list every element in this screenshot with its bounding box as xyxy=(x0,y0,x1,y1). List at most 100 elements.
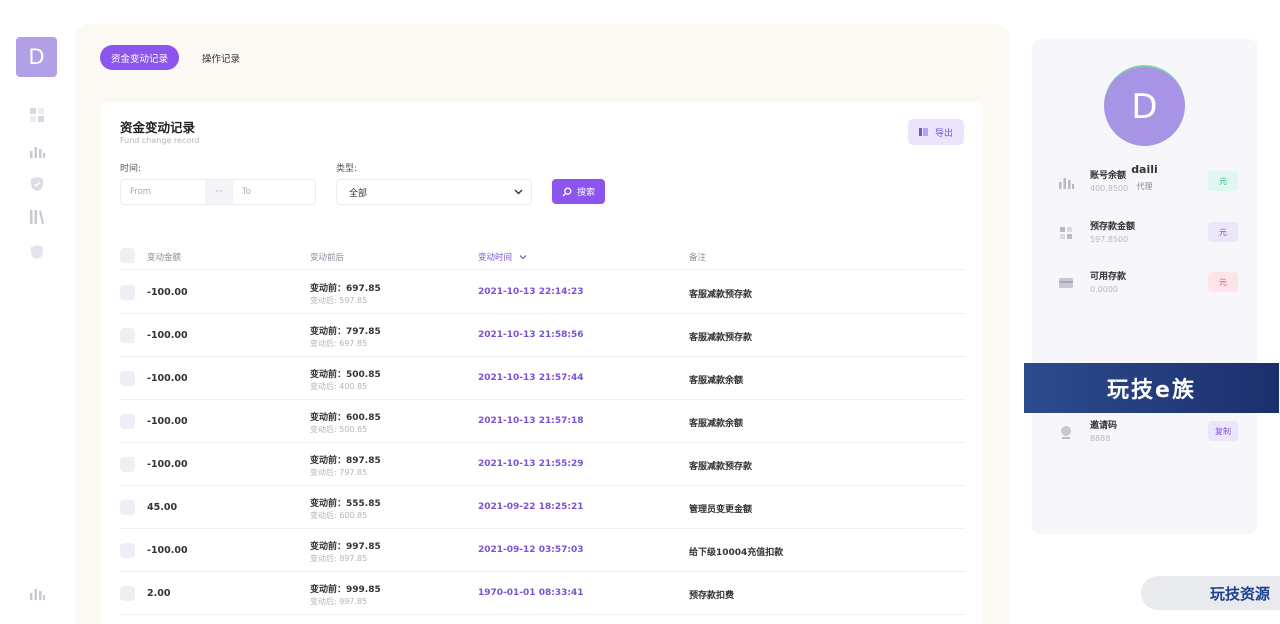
table-row: -100.00 变动前：897.85 变动后: 797.85 2021-10-13 2… xyxy=(120,443,965,486)
after-cell: 变动后: 997.85 xyxy=(310,597,368,606)
amount-cell: -100.00 xyxy=(147,373,188,384)
row-checkbox[interactable] xyxy=(120,457,135,472)
search-label: 搜索 xyxy=(576,188,595,198)
time-label: 时间: xyxy=(120,164,142,174)
library-icon[interactable] xyxy=(28,209,46,225)
note-cell: 管理员变更金额 xyxy=(689,505,753,515)
time-cell: 2021-09-22 18:25:21 xyxy=(478,502,584,512)
header-before-after: 变动前后 xyxy=(310,253,345,263)
profile-panel: D daili 代理 账号余额 400.8500 元预存款金额 597.8500 元可用… xyxy=(1032,39,1257,534)
time-cell: 1970-01-01 08:33:41 xyxy=(478,588,584,598)
main-panel: 资金变动记录 操作记录 资金变动记录 Fund change record 导出… xyxy=(75,24,1009,624)
date-from-input[interactable]: From xyxy=(121,180,205,204)
after-cell: 变动后: 797.85 xyxy=(310,468,368,477)
table-row: -100.00 变动前：600.85 变动后: 500.85 2021-10-13 2… xyxy=(120,400,965,443)
note-cell: 客服减款余额 xyxy=(689,419,744,429)
amount-cell: -100.00 xyxy=(147,459,188,470)
fund-records-card: 资金变动记录 Fund change record 导出 时间: From ··… xyxy=(101,102,983,624)
row-checkbox[interactable] xyxy=(120,500,135,515)
select-all-checkbox[interactable] xyxy=(120,248,135,263)
after-cell: 变动后: 500.85 xyxy=(310,425,368,434)
stat-title: 预存款金额 xyxy=(1090,222,1136,232)
before-cell: 变动前：500.85 xyxy=(310,370,381,380)
tab-bar: 资金变动记录 操作记录 xyxy=(100,45,251,70)
stat-badge: 元 xyxy=(1208,272,1238,292)
before-cell: 变动前：600.85 xyxy=(310,413,381,423)
time-cell: 2021-10-13 21:58:56 xyxy=(478,330,584,340)
export-button[interactable]: 导出 xyxy=(908,119,964,145)
amount-cell: -100.00 xyxy=(147,545,188,556)
credit-card-icon xyxy=(1059,278,1073,288)
type-select[interactable]: 全部 xyxy=(336,179,532,205)
before-cell: 变动前：797.85 xyxy=(310,327,381,337)
row-checkbox[interactable] xyxy=(120,371,135,386)
stat-value: 0.0000 xyxy=(1090,285,1118,294)
time-cell: 2021-10-13 22:14:23 xyxy=(478,287,584,297)
dashboard-icon[interactable] xyxy=(28,107,46,123)
after-cell: 变动后: 600.85 xyxy=(310,511,368,520)
stat-badge: 元 xyxy=(1208,222,1238,242)
profile-stat-item: 预存款金额 597.8500 元 xyxy=(1058,218,1238,248)
profile-stat-item: 账号余额 400.8500 元 xyxy=(1058,167,1238,197)
before-cell: 变动前：897.85 xyxy=(310,456,381,466)
table-row: -100.00 变动前：797.85 变动后: 697.85 2021-10-13 2… xyxy=(120,314,965,357)
after-cell: 变动后: 597.85 xyxy=(310,296,368,305)
row-checkbox[interactable] xyxy=(120,543,135,558)
date-range-picker[interactable]: From ··· To xyxy=(120,179,316,205)
export-icon xyxy=(918,128,928,136)
tab-operation-records[interactable]: 操作记录 xyxy=(191,45,251,70)
time-cell: 2021-10-13 21:57:44 xyxy=(478,373,584,383)
type-select-value: 全部 xyxy=(349,188,368,199)
row-checkbox[interactable] xyxy=(120,328,135,343)
table-row: 45.00 变动前：555.85 变动后: 600.85 2021-09-22 18:… xyxy=(120,486,965,529)
stats-icon[interactable] xyxy=(28,585,46,601)
header-time[interactable]: 变动时间 xyxy=(478,251,527,263)
grid-icon xyxy=(1060,227,1072,239)
note-cell: 给下级10004充值扣款 xyxy=(689,548,784,558)
date-to-input[interactable]: To xyxy=(233,180,315,204)
stat-value: 597.8500 xyxy=(1090,235,1129,244)
stat-title: 邀请码 xyxy=(1090,421,1118,431)
amount-cell: -100.00 xyxy=(147,416,188,427)
stat-value: 8888 xyxy=(1090,434,1111,443)
app-logo[interactable]: D xyxy=(16,37,57,77)
time-cell: 2021-10-13 21:57:18 xyxy=(478,416,584,426)
sort-down-icon xyxy=(519,255,527,260)
note-cell: 客服减款预存款 xyxy=(689,290,753,300)
row-checkbox[interactable] xyxy=(120,285,135,300)
table-row: -100.00 变动前：697.85 变动后: 597.85 2021-10-13 2… xyxy=(120,271,965,314)
amount-cell: -100.00 xyxy=(147,330,188,341)
note-cell: 客服减款预存款 xyxy=(689,462,753,472)
avatar: D xyxy=(1104,65,1185,146)
table-row: -100.00 变动前：500.85 变动后: 400.85 2021-10-13 2… xyxy=(120,357,965,400)
note-cell: 预存款扣费 xyxy=(689,591,735,601)
stat-badge[interactable]: 复制 xyxy=(1208,421,1238,441)
stat-value: 400.8500 xyxy=(1090,184,1129,193)
shield-icon[interactable] xyxy=(28,244,46,260)
table-row: -100.00 变动前：997.85 变动后: 897.85 2021-09-12 0… xyxy=(120,529,965,572)
before-cell: 变动前：697.85 xyxy=(310,284,381,294)
row-checkbox[interactable] xyxy=(120,586,135,601)
table-header: 变动金额 变动前后 变动时间 备注 xyxy=(120,243,965,270)
search-icon xyxy=(562,187,572,196)
time-cell: 2021-09-12 03:57:03 xyxy=(478,545,584,555)
date-range-separator: ··· xyxy=(205,180,233,204)
globe-icon xyxy=(1061,426,1071,439)
amount-cell: 2.00 xyxy=(147,588,171,599)
amount-cell: -100.00 xyxy=(147,287,188,298)
before-cell: 变动前：997.85 xyxy=(310,542,381,552)
after-cell: 变动后: 897.85 xyxy=(310,554,368,563)
export-label: 导出 xyxy=(934,128,953,139)
shield-check-icon[interactable] xyxy=(28,176,46,192)
search-button[interactable]: 搜索 xyxy=(552,179,605,204)
note-cell: 客服减款预存款 xyxy=(689,333,753,343)
row-checkbox[interactable] xyxy=(120,414,135,429)
note-cell: 客服减款余额 xyxy=(689,376,744,386)
profile-stat-item: 可用存款 0.0000 元 xyxy=(1058,268,1238,298)
tab-fund-records[interactable]: 资金变动记录 xyxy=(100,45,180,70)
type-label: 类型: xyxy=(336,164,358,174)
bar-chart-icon xyxy=(1059,178,1074,189)
promo-banner: 玩技e族 xyxy=(1024,363,1279,413)
chart-icon[interactable] xyxy=(28,143,46,159)
watermark: 玩技资源 xyxy=(1141,576,1280,610)
